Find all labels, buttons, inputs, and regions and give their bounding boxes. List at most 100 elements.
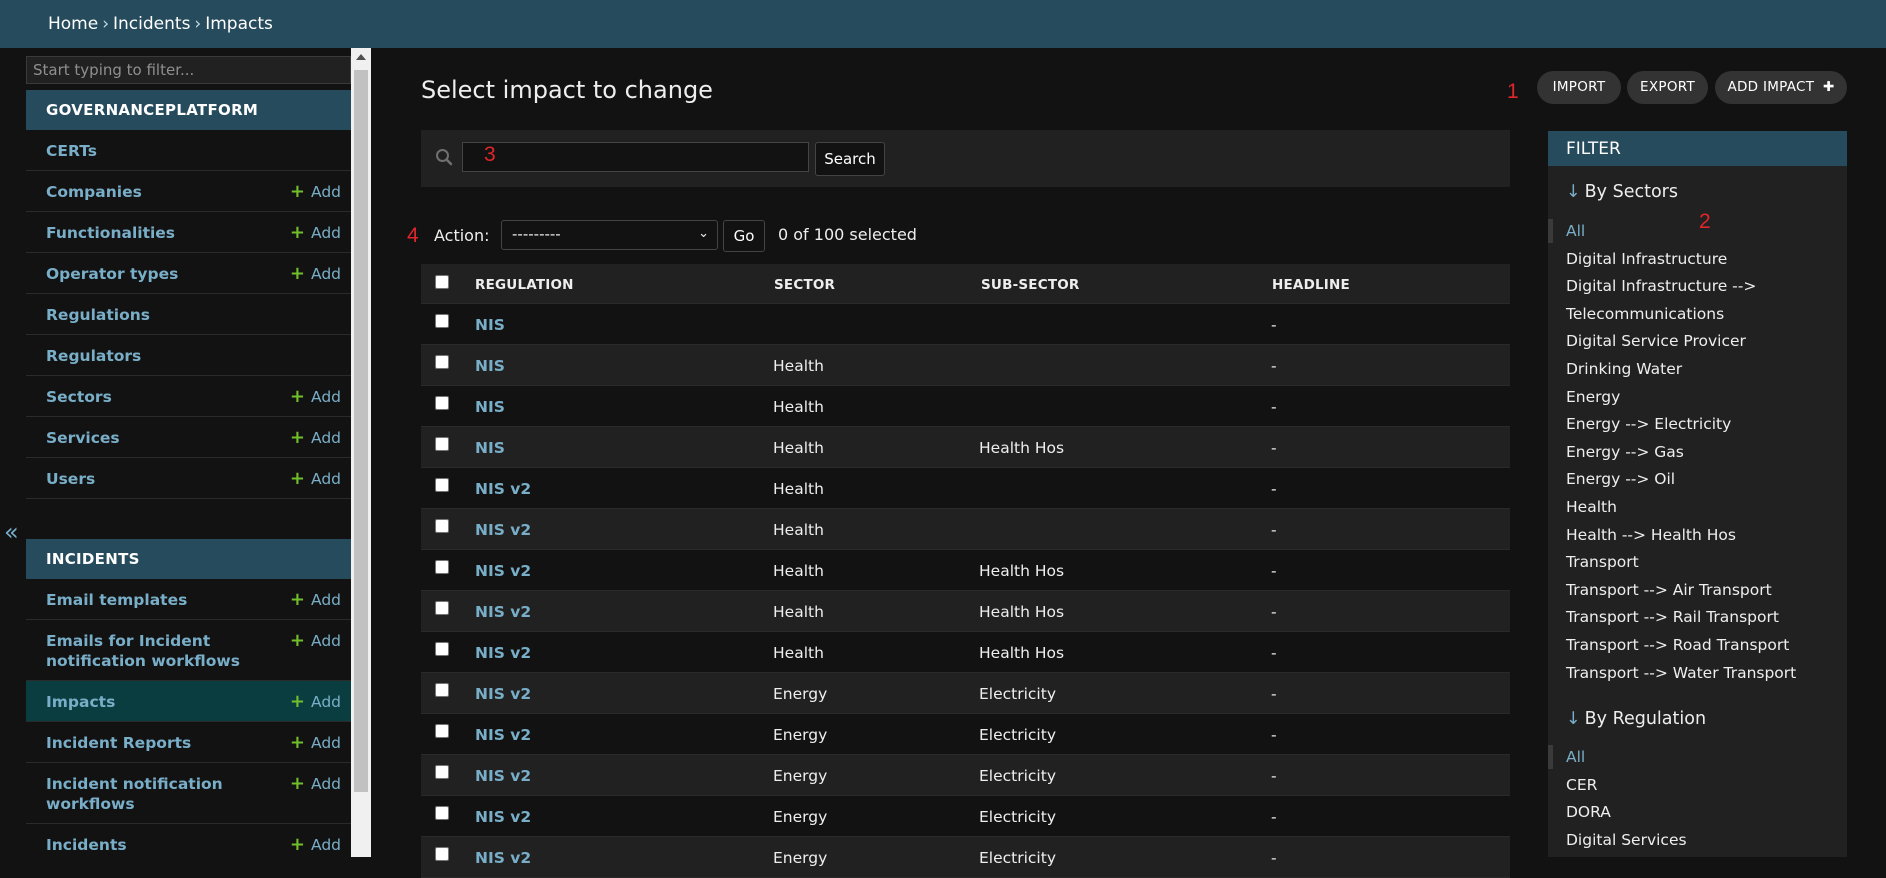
action-select[interactable]: --------- ⌄ (501, 220, 718, 250)
sidebar-item-label[interactable]: Incident Reports (46, 733, 246, 753)
sidebar-item-sectors[interactable]: Sectors + Add (26, 376, 351, 417)
search-button[interactable]: Search (815, 142, 885, 176)
filter-option[interactable]: Drinking Water (1566, 357, 1682, 381)
add-link[interactable]: + Add (290, 263, 341, 284)
collapse-sidebar-icon[interactable]: « (4, 518, 19, 546)
sidebar-item-label[interactable]: Impacts (46, 692, 246, 712)
sidebar-scrollbar-thumb[interactable] (354, 70, 368, 792)
cell-regulation[interactable]: NIS (475, 398, 505, 416)
row-select-checkbox[interactable] (435, 806, 449, 820)
add-impact-button[interactable]: ADD IMPACT ✚ (1715, 71, 1847, 104)
cell-regulation[interactable]: NIS (475, 439, 505, 457)
sidebar-item-label[interactable]: Functionalities (46, 223, 246, 243)
sidebar-item-operator-types[interactable]: Operator types + Add (26, 253, 351, 294)
sidebar-item-label[interactable]: Users (46, 469, 246, 489)
add-link[interactable]: + Add (290, 732, 341, 753)
sidebar-item-incidents[interactable]: Incidents + Add (26, 824, 351, 857)
cell-regulation[interactable]: NIS v2 (475, 808, 531, 826)
add-link[interactable]: + Add (290, 773, 341, 794)
sidebar-item-certs[interactable]: CERTs (26, 130, 351, 171)
filter-option[interactable]: Digital Service Provicer (1566, 329, 1746, 353)
sidebar-item-label[interactable]: Emails for Incident notification workflo… (46, 631, 246, 671)
sidebar-item-incident-notification-workflows[interactable]: Incident notification workflows + Add (26, 763, 351, 824)
cell-regulation[interactable]: NIS v2 (475, 562, 531, 580)
filter-option[interactable]: Transport (1566, 550, 1639, 574)
column-header-regulation[interactable]: REGULATION (475, 277, 574, 293)
filter-option[interactable]: Transport --> Water Transport (1566, 661, 1796, 685)
column-header-headline[interactable]: HEADLINE (1272, 277, 1350, 293)
cell-regulation[interactable]: NIS v2 (475, 767, 531, 785)
cell-regulation[interactable]: NIS v2 (475, 521, 531, 539)
filter-option[interactable]: Digital Infrastructure --> (1566, 274, 1756, 298)
sidebar-item-label[interactable]: Incident notification workflows (46, 774, 246, 814)
cell-regulation[interactable]: NIS v2 (475, 480, 531, 498)
add-link[interactable]: + Add (290, 222, 341, 243)
scroll-up-arrow-icon[interactable] (356, 54, 366, 60)
cell-regulation[interactable]: NIS v2 (475, 726, 531, 744)
row-select-checkbox[interactable] (435, 601, 449, 615)
sidebar-item-label[interactable]: Incidents (46, 835, 246, 855)
row-select-checkbox[interactable] (435, 437, 449, 451)
row-select-checkbox[interactable] (435, 724, 449, 738)
filter-option[interactable]: Energy --> Gas (1566, 440, 1684, 464)
row-select-checkbox[interactable] (435, 642, 449, 656)
breadcrumb-incidents[interactable]: Incidents (113, 14, 190, 34)
sidebar-item-label[interactable]: CERTs (46, 141, 246, 161)
filter-option[interactable]: Energy --> Oil (1566, 467, 1675, 491)
filter-option[interactable]: Transport --> Rail Transport (1566, 605, 1779, 629)
column-header-sub-sector[interactable]: SUB-SECTOR (981, 277, 1080, 293)
add-link[interactable]: + Add (290, 630, 341, 651)
select-all-checkbox[interactable] (435, 275, 449, 289)
sidebar-item-label[interactable]: Operator types (46, 264, 246, 284)
filter-option[interactable]: Health --> Health Hos (1566, 523, 1736, 547)
add-link[interactable]: + Add (290, 691, 341, 712)
sidebar-item-services[interactable]: Services + Add (26, 417, 351, 458)
sidebar-item-incident-reports[interactable]: Incident Reports + Add (26, 722, 351, 763)
nav-sidebar-toggle[interactable]: « (0, 48, 24, 857)
cell-regulation[interactable]: NIS v2 (475, 603, 531, 621)
import-button[interactable]: IMPORT (1537, 71, 1621, 104)
filter-option[interactable]: Energy --> Electricity (1566, 412, 1731, 436)
sidebar-item-label[interactable]: Regulations (46, 305, 246, 325)
filter-option[interactable]: Transport --> Air Transport (1566, 578, 1772, 602)
sidebar-item-regulators[interactable]: Regulators (26, 335, 351, 376)
row-select-checkbox[interactable] (435, 847, 449, 861)
row-select-checkbox[interactable] (435, 396, 449, 410)
filter-option[interactable]: Telecommunications (1566, 302, 1724, 326)
sidebar-item-emails-for-incident-notification-workflows[interactable]: Emails for Incident notification workflo… (26, 620, 351, 681)
sidebar-item-label[interactable]: Regulators (46, 346, 246, 366)
filter-option[interactable]: Energy (1566, 385, 1620, 409)
cell-regulation[interactable]: NIS v2 (475, 644, 531, 662)
module-caption[interactable]: GOVERNANCEPLATFORM (26, 90, 351, 130)
cell-regulation[interactable]: NIS v2 (475, 849, 531, 867)
row-select-checkbox[interactable] (435, 519, 449, 533)
sidebar-item-users[interactable]: Users + Add (26, 458, 351, 499)
go-button[interactable]: Go (723, 220, 765, 252)
sidebar-item-label[interactable]: Sectors (46, 387, 246, 407)
filter-option[interactable]: All (1566, 745, 1585, 769)
add-link[interactable]: + Add (290, 589, 341, 610)
search-input[interactable] (462, 142, 809, 172)
row-select-checkbox[interactable] (435, 314, 449, 328)
cell-regulation[interactable]: NIS (475, 357, 505, 375)
filter-option[interactable]: Digital Services (1566, 828, 1687, 852)
sidebar-item-label[interactable]: Companies (46, 182, 246, 202)
add-link[interactable]: + Add (290, 468, 341, 489)
row-select-checkbox[interactable] (435, 683, 449, 697)
sidebar-item-impacts[interactable]: Impacts + Add (26, 681, 351, 722)
column-header-sector[interactable]: SECTOR (774, 277, 835, 293)
filter-option[interactable]: Digital Infrastructure (1566, 247, 1727, 271)
row-select-checkbox[interactable] (435, 478, 449, 492)
sidebar-item-email-templates[interactable]: Email templates + Add (26, 579, 351, 620)
row-select-checkbox[interactable] (435, 355, 449, 369)
row-select-checkbox[interactable] (435, 560, 449, 574)
filter-option[interactable]: CER (1566, 773, 1597, 797)
row-select-checkbox[interactable] (435, 765, 449, 779)
add-link[interactable]: + Add (290, 427, 341, 448)
sidebar-item-label[interactable]: Services (46, 428, 246, 448)
module-caption[interactable]: INCIDENTS (26, 539, 351, 579)
add-link[interactable]: + Add (290, 834, 341, 855)
breadcrumb-home[interactable]: Home (48, 14, 98, 34)
cell-regulation[interactable]: NIS (475, 316, 505, 334)
sidebar-item-regulations[interactable]: Regulations (26, 294, 351, 335)
